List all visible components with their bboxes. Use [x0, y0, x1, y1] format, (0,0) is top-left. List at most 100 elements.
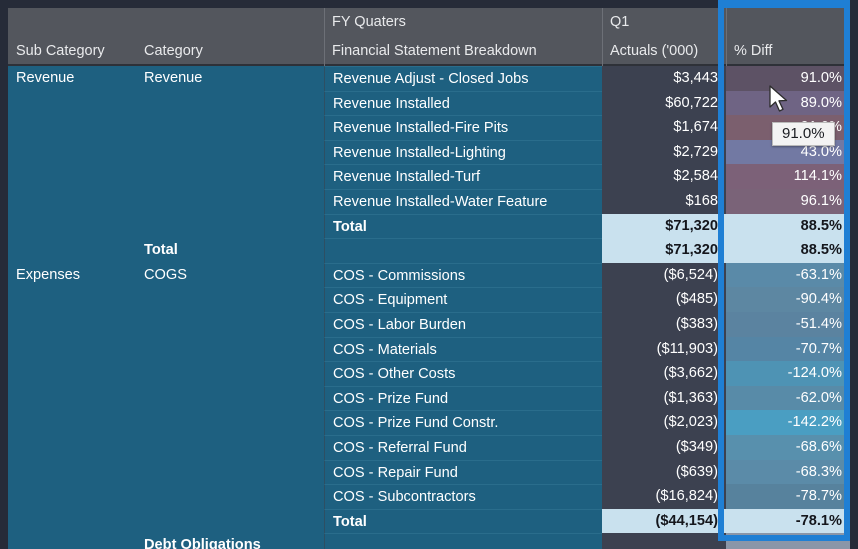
- header-sub-category[interactable]: Sub Category: [8, 37, 136, 66]
- cell-actual[interactable]: ($2,023): [602, 410, 726, 435]
- cell-cat[interactable]: [136, 90, 324, 116]
- cell-diff[interactable]: -78.7%: [726, 484, 850, 509]
- matrix-body[interactable]: Revenue Revenue Revenue Adjust - Closed Jo…: [8, 66, 850, 549]
- cell-cat[interactable]: [136, 336, 324, 362]
- cell-cat[interactable]: Revenue: [136, 66, 324, 91]
- cell-sub[interactable]: [8, 139, 136, 165]
- cell-cat[interactable]: COGS: [136, 262, 324, 288]
- cell-diff[interactable]: 96.1%: [726, 188, 850, 214]
- cell-cat[interactable]: [136, 484, 324, 509]
- cell-fsb[interactable]: COS - Referral Fund: [324, 434, 602, 460]
- cell-sub[interactable]: [8, 385, 136, 411]
- cell-sub[interactable]: [8, 238, 136, 263]
- table-row[interactable]: COS - Labor Burden ($383) -51.4%: [8, 311, 850, 337]
- cell-actual[interactable]: ($44,154): [602, 508, 726, 534]
- cell-cat[interactable]: [136, 287, 324, 312]
- cell-fsb[interactable]: Revenue Installed-Turf: [324, 164, 602, 189]
- cell-fsb[interactable]: COS - Prize Fund Constr.: [324, 410, 602, 435]
- cell-fsb[interactable]: COS - Other Costs: [324, 361, 602, 386]
- table-row[interactable]: Total ($44,154) -78.1%: [8, 508, 850, 534]
- cell-diff[interactable]: 114.1%: [726, 164, 850, 189]
- cell-cat[interactable]: Total: [136, 238, 324, 263]
- table-row[interactable]: COS - Other Costs ($3,662) -124.0%: [8, 361, 850, 386]
- table-row[interactable]: Revenue Installed-Lighting $2,729 43.0%: [8, 139, 850, 165]
- cell-cat[interactable]: [136, 213, 324, 239]
- cell-actual[interactable]: [602, 533, 726, 549]
- cell-diff[interactable]: [726, 533, 850, 549]
- table-row[interactable]: COS - Repair Fund ($639) -68.3%: [8, 459, 850, 485]
- cell-sub[interactable]: [8, 311, 136, 337]
- table-row[interactable]: COS - Prize Fund Constr. ($2,023) -142.2%: [8, 410, 850, 435]
- cell-fsb[interactable]: COS - Repair Fund: [324, 459, 602, 485]
- cell-fsb[interactable]: COS - Materials: [324, 336, 602, 362]
- cell-diff[interactable]: -63.1%: [726, 262, 850, 288]
- table-row[interactable]: COS - Subcontractors ($16,824) -78.7%: [8, 484, 850, 509]
- cell-actual[interactable]: ($6,524): [602, 262, 726, 288]
- financial-matrix-visual[interactable]: FY Quaters Q1 Sub Category Category Fina…: [8, 8, 850, 549]
- cell-fsb[interactable]: [324, 533, 602, 549]
- header-financial-statement-breakdown[interactable]: Financial Statement Breakdown: [324, 37, 602, 66]
- cell-sub[interactable]: [8, 336, 136, 362]
- cell-diff[interactable]: -90.4%: [726, 287, 850, 312]
- cell-fsb[interactable]: COS - Labor Burden: [324, 311, 602, 337]
- cell-diff[interactable]: 91.0%: [726, 66, 850, 91]
- cell-diff[interactable]: -70.7%: [726, 336, 850, 362]
- cell-cat[interactable]: Debt Obligations: [136, 533, 324, 549]
- cell-actual[interactable]: ($349): [602, 434, 726, 460]
- cell-cat[interactable]: [136, 311, 324, 337]
- cell-actual[interactable]: $3,443: [602, 66, 726, 91]
- cell-actual[interactable]: $60,722: [602, 90, 726, 116]
- cell-sub[interactable]: [8, 287, 136, 312]
- cell-fsb[interactable]: COS - Prize Fund: [324, 385, 602, 411]
- cell-sub[interactable]: [8, 484, 136, 509]
- cell-fsb[interactable]: Revenue Adjust - Closed Jobs: [324, 66, 602, 91]
- cell-sub[interactable]: [8, 508, 136, 534]
- cell-sub[interactable]: [8, 533, 136, 549]
- cell-fsb[interactable]: COS - Commissions: [324, 262, 602, 288]
- cell-diff[interactable]: -142.2%: [726, 410, 850, 435]
- cell-fsb[interactable]: Revenue Installed-Lighting: [324, 139, 602, 165]
- cell-cat[interactable]: [136, 459, 324, 485]
- cell-diff[interactable]: -124.0%: [726, 361, 850, 386]
- cell-actual[interactable]: $168: [602, 188, 726, 214]
- cell-actual[interactable]: ($1,363): [602, 385, 726, 411]
- cell-sub[interactable]: [8, 213, 136, 239]
- cell-cat[interactable]: [136, 188, 324, 214]
- cell-diff[interactable]: -62.0%: [726, 385, 850, 411]
- table-row[interactable]: Expenses COGS COS - Commissions ($6,524) -63…: [8, 262, 850, 288]
- table-row[interactable]: Revenue Installed-Water Feature $168 96.1%: [8, 188, 850, 214]
- table-row[interactable]: COS - Prize Fund ($1,363) -62.0%: [8, 385, 850, 411]
- header-actuals[interactable]: Actuals ('000): [602, 37, 726, 66]
- cell-fsb[interactable]: Revenue Installed-Fire Pits: [324, 115, 602, 140]
- table-row[interactable]: Total $71,320 88.5%: [8, 238, 850, 263]
- cell-actual[interactable]: $2,584: [602, 164, 726, 189]
- cell-fsb[interactable]: Total: [324, 508, 602, 534]
- cell-diff[interactable]: 88.5%: [726, 238, 850, 263]
- cell-fsb[interactable]: [324, 238, 602, 263]
- cell-sub[interactable]: [8, 115, 136, 140]
- table-row[interactable]: Revenue Revenue Revenue Adjust - Closed Jo…: [8, 66, 850, 91]
- cell-fsb[interactable]: Total: [324, 213, 602, 239]
- table-row[interactable]: Revenue Installed-Turf $2,584 114.1%: [8, 164, 850, 189]
- table-row[interactable]: Revenue Installed $60,722 89.0%: [8, 90, 850, 116]
- cell-fsb[interactable]: COS - Equipment: [324, 287, 602, 312]
- cell-sub[interactable]: [8, 90, 136, 116]
- table-row[interactable]: Total $71,320 88.5%: [8, 213, 850, 239]
- cell-actual[interactable]: ($485): [602, 287, 726, 312]
- cell-sub[interactable]: [8, 410, 136, 435]
- header-percent-diff[interactable]: % Diff: [726, 37, 850, 66]
- cell-sub[interactable]: [8, 459, 136, 485]
- cell-diff[interactable]: 89.0%: [726, 90, 850, 116]
- cell-sub[interactable]: [8, 434, 136, 460]
- cell-cat[interactable]: [136, 115, 324, 140]
- cell-actual[interactable]: ($16,824): [602, 484, 726, 509]
- cell-cat[interactable]: [136, 139, 324, 165]
- table-row[interactable]: COS - Materials ($11,903) -70.7%: [8, 336, 850, 362]
- cell-sub[interactable]: [8, 188, 136, 214]
- table-row[interactable]: COS - Referral Fund ($349) -68.6%: [8, 434, 850, 460]
- cell-cat[interactable]: [136, 164, 324, 189]
- header-category[interactable]: Category: [136, 37, 324, 66]
- cell-actual[interactable]: ($639): [602, 459, 726, 485]
- cell-fsb[interactable]: COS - Subcontractors: [324, 484, 602, 509]
- cell-actual[interactable]: $2,729: [602, 139, 726, 165]
